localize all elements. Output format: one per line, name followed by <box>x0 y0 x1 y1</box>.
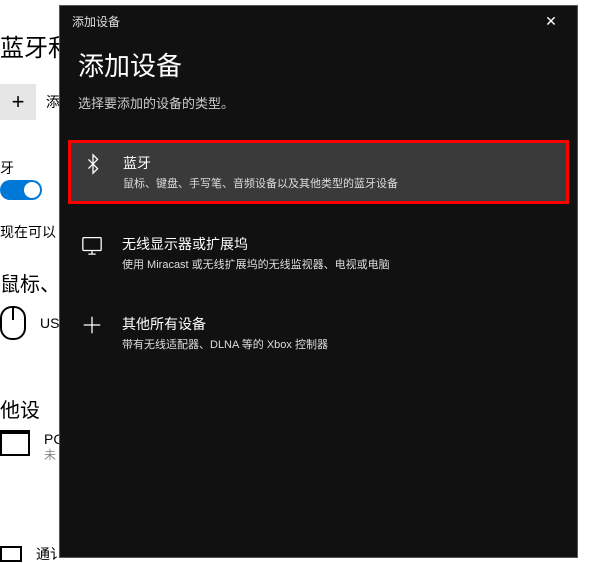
option-wireless-desc: 使用 Miracast 或无线扩展坞的无线监视器、电视或电脑 <box>122 256 390 272</box>
add-device-label: 添 <box>46 92 60 112</box>
option-other-title: 其他所有设备 <box>122 314 328 334</box>
last-device-item[interactable]: 通讠 <box>0 544 64 563</box>
option-bluetooth-title: 蓝牙 <box>123 153 398 173</box>
bluetooth-label: 牙 <box>0 158 14 178</box>
bluetooth-toggle[interactable] <box>0 180 42 200</box>
device-icon <box>0 546 22 562</box>
bluetooth-icon <box>79 153 107 175</box>
plus-icon: + <box>0 84 36 120</box>
section-other-heading: 他设 <box>0 394 40 423</box>
titlebar-title: 添加设备 <box>72 13 120 30</box>
close-icon: ✕ <box>545 13 557 30</box>
option-bluetooth[interactable]: 蓝牙 鼠标、键盘、手写笔、音频设备以及其他类型的蓝牙设备 <box>68 140 569 204</box>
option-wireless-display[interactable]: 无线显示器或扩展坞 使用 Miracast 或无线扩展坞的无线监视器、电视或电脑 <box>68 222 569 284</box>
option-other-devices[interactable]: 其他所有设备 带有无线适配器、DLNA 等的 Xbox 控制器 <box>68 302 569 364</box>
discoverable-text: 现在可以 <box>0 222 56 242</box>
monitor-icon <box>0 430 30 456</box>
option-other-desc: 带有无线适配器、DLNA 等的 Xbox 控制器 <box>122 336 328 352</box>
mouse-icon <box>0 306 26 340</box>
dialog-heading: 添加设备 <box>78 46 559 83</box>
plus-icon <box>78 314 106 336</box>
add-device-dialog: 添加设备 ✕ 添加设备 选择要添加的设备的类型。 蓝牙 鼠标、键盘、手写笔、音频… <box>59 5 578 558</box>
dialog-subtitle: 选择要添加的设备的类型。 <box>78 93 559 112</box>
mouse-device-item[interactable]: US <box>0 306 59 340</box>
option-bluetooth-desc: 鼠标、键盘、手写笔、音频设备以及其他类型的蓝牙设备 <box>123 175 398 191</box>
mouse-device-label: US <box>40 315 59 331</box>
close-button[interactable]: ✕ <box>531 6 571 36</box>
add-device-button[interactable]: + 添 <box>0 84 60 120</box>
option-wireless-title: 无线显示器或扩展坞 <box>122 234 390 254</box>
pc-device-item[interactable]: PC 未 <box>0 430 63 464</box>
titlebar: 添加设备 ✕ <box>60 6 577 36</box>
section-mouse-heading: 鼠标、 <box>0 268 60 297</box>
monitor-icon <box>78 234 106 256</box>
